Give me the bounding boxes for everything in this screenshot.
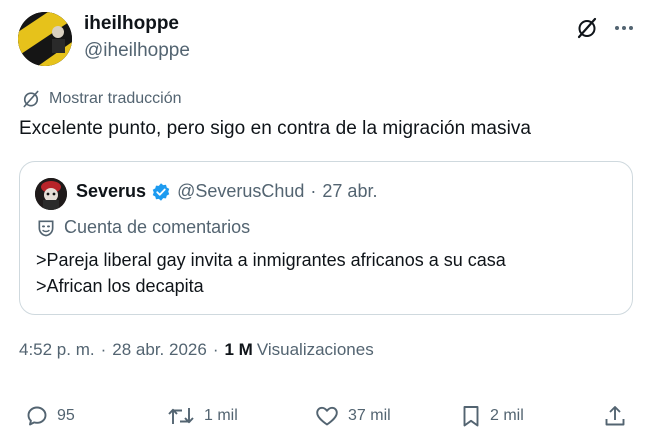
grok-icon[interactable] [575, 16, 599, 40]
quoted-display-name[interactable]: Severus [76, 181, 146, 202]
like-count: 37 mil [348, 407, 391, 424]
verified-badge-icon [152, 182, 170, 201]
bookmark-icon [463, 406, 479, 427]
author-display-name[interactable]: iheilhoppe [84, 13, 179, 35]
author-avatar[interactable] [18, 12, 72, 66]
quoted-tweet-header: Severus @SeverusChud · 27 abr. [76, 181, 377, 202]
quoted-text-line: >Pareja liberal gay invita a inmigrantes… [36, 250, 506, 270]
views-label[interactable]: Visualizaciones [257, 340, 374, 360]
show-translation-label: Mostrar traducción [49, 90, 182, 107]
quoted-author-avatar[interactable] [35, 178, 67, 210]
heart-icon [316, 406, 338, 426]
show-translation-button[interactable]: Mostrar traducción [21, 88, 182, 110]
quoted-avatar-image [35, 178, 67, 210]
tweet-meta: 4:52 p. m. · 28 abr. 2026 · 1 M Visualiz… [19, 340, 374, 360]
meta-separator: · [212, 340, 219, 359]
reply-button[interactable]: 95 [25, 403, 75, 429]
parody-account-label: Cuenta de comentarios [64, 217, 251, 237]
reply-icon [27, 406, 47, 426]
quoted-tweet-card[interactable]: Severus @SeverusChud · 27 abr. Cuenta de… [19, 161, 633, 315]
share-icon [605, 406, 625, 426]
repost-button[interactable]: 1 mil [166, 403, 238, 429]
tweet-date[interactable]: 28 abr. 2026 [112, 340, 207, 360]
views-count[interactable]: 1 M [224, 340, 252, 360]
more-options-icon[interactable] [612, 16, 636, 40]
like-button[interactable]: 37 mil [314, 403, 391, 429]
repost-count: 1 mil [204, 407, 238, 424]
repost-icon [168, 408, 194, 424]
author-handle[interactable]: @iheilhoppe [84, 40, 190, 62]
quoted-text-line: >African los decapita [36, 276, 204, 296]
quoted-handle[interactable]: @SeverusChud [177, 181, 304, 202]
bookmark-count: 2 mil [490, 407, 524, 424]
quoted-separator: · [310, 181, 317, 201]
share-button[interactable] [603, 403, 627, 429]
tweet-text: Excelente punto, pero sigo en contra de … [19, 118, 532, 139]
reply-count: 95 [57, 407, 75, 424]
translate-icon [23, 90, 39, 108]
bookmark-button[interactable]: 2 mil [460, 403, 524, 429]
quoted-date[interactable]: 27 abr. [322, 181, 377, 202]
parody-label-row: Cuenta de comentarios [36, 217, 250, 238]
tweet-time[interactable]: 4:52 p. m. [19, 340, 95, 360]
mask-icon [38, 220, 54, 236]
meta-separator: · [100, 340, 107, 359]
avatar-image [18, 12, 72, 66]
